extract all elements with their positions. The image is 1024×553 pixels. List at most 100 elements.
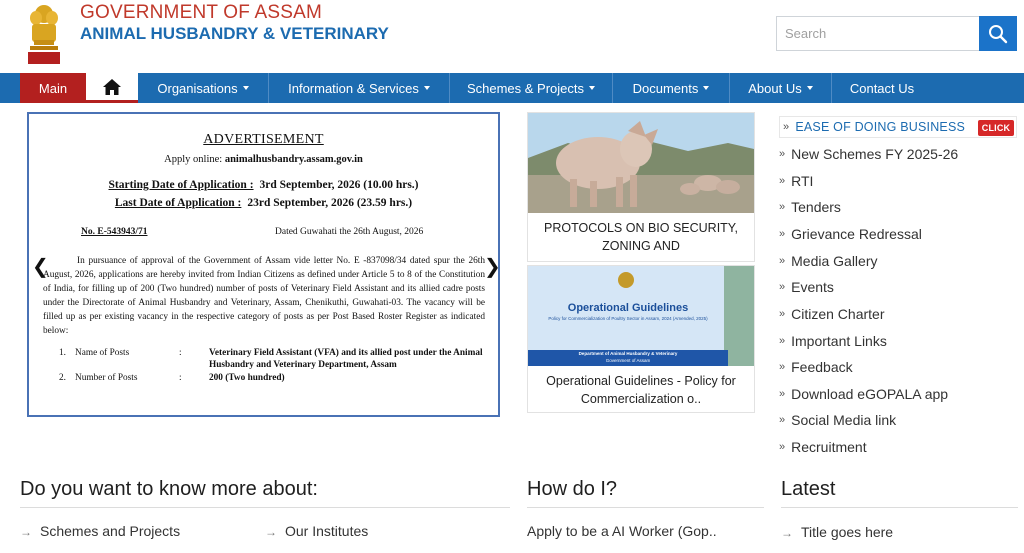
bullet-icon: » <box>779 148 786 160</box>
sidebar-item-tenders[interactable]: » Tenders <box>779 196 841 218</box>
sidebar-item-ease-of-doing-business[interactable]: » EASE OF DOING BUSINESS CLICK <box>779 116 1017 138</box>
ad-apply-online: Apply online: animalhusbandry.assam.gov.… <box>29 154 498 165</box>
arrow-right-icon: → <box>20 525 32 539</box>
ad-dates: Starting Date of Application : 3rd Septe… <box>29 179 498 215</box>
bullet-icon: » <box>779 308 786 320</box>
ad-apply-url: animalhusbandry.assam.gov.in <box>224 154 363 165</box>
slider-prev-arrow-icon[interactable]: ❮ <box>32 254 49 279</box>
sidebar-item-media-gallery[interactable]: » Media Gallery <box>779 250 878 272</box>
sidebar-item-egopala[interactable]: » Download eGOPALA app <box>779 383 948 405</box>
nav-organisations[interactable]: Organisations <box>138 73 268 103</box>
ad-list-value: 200 (Two hundred) <box>209 373 285 383</box>
sidebar-item-grievance[interactable]: » Grievance Redressal <box>779 223 922 245</box>
sidebar-item-rti[interactable]: » RTI <box>779 170 813 192</box>
sidebar-item-label: Citizen Charter <box>791 306 885 322</box>
link-schemes-projects[interactable]: → Schemes and Projects <box>20 523 180 539</box>
sidebar-item-label: Important Links <box>791 333 887 349</box>
bullet-icon: » <box>779 281 786 293</box>
banner-slider: ADVERTISEMENT Apply online: animalhusban… <box>20 104 508 418</box>
chevron-down-icon <box>423 86 430 90</box>
section-divider <box>781 507 1018 508</box>
nav-contact-us-label: Contact Us <box>849 80 915 96</box>
guidelines-cover-subtitle: Policy for Commercialization of Poultry … <box>548 316 708 321</box>
ad-heading: ADVERTISEMENT <box>203 132 324 147</box>
sidebar-item-new-schemes[interactable]: » New Schemes FY 2025-26 <box>779 143 958 165</box>
bullet-icon: » <box>779 335 786 347</box>
news-tile-biosecurity[interactable]: PROTOCOLS ON BIO SECURITY, ZONING AND <box>527 112 755 262</box>
news-tile-guidelines[interactable]: Operational Guidelines Policy for Commer… <box>527 265 755 413</box>
link-latest-item[interactable]: → Title goes here <box>781 524 893 540</box>
sidebar-item-important-links[interactable]: » Important Links <box>779 330 887 352</box>
click-badge[interactable]: CLICK <box>978 120 1014 136</box>
ad-last-label: Last Date of Application : <box>114 197 242 209</box>
bullet-icon: » <box>779 175 786 187</box>
bullet-icon: » <box>779 441 786 453</box>
bullet-icon: » <box>779 228 786 240</box>
guidelines-cover: Operational Guidelines Policy for Commer… <box>528 266 754 366</box>
sidebar-item-recruitment[interactable]: » Recruitment <box>779 436 867 458</box>
slider-next-arrow-icon[interactable]: ❯ <box>484 254 501 279</box>
nav-main[interactable]: Main <box>20 73 86 103</box>
nav-home[interactable] <box>86 73 138 103</box>
sidebar-item-label: Recruitment <box>791 439 867 455</box>
sidebar-item-label: Feedback <box>791 359 853 375</box>
sidebar-item-social-media[interactable]: » Social Media link <box>779 409 896 431</box>
chevron-down-icon <box>589 86 596 90</box>
tile-caption: Operational Guidelines - Policy for Comm… <box>546 374 736 406</box>
sidebar-item-label: Download eGOPALA app <box>791 386 949 402</box>
nav-schemes-projects-label: Schemes & Projects <box>466 80 585 96</box>
link-label: Title goes here <box>801 524 894 540</box>
arrow-right-icon: → <box>265 525 277 539</box>
nav-about-us-label: About Us <box>748 80 802 96</box>
nav-documents[interactable]: Documents <box>613 73 729 103</box>
section-divider <box>527 507 764 508</box>
tile-caption: PROTOCOLS ON BIO SECURITY, ZONING AND <box>543 221 739 253</box>
main-navigation: Main Organisations Information & Service… <box>0 73 1024 103</box>
nav-information-services[interactable]: Information & Services <box>269 73 449 103</box>
ad-start-value: 3rd September, 2026 (10.00 hrs.) <box>259 179 419 191</box>
chevron-down-icon <box>242 86 249 90</box>
search-icon <box>989 24 1008 43</box>
search-button[interactable] <box>979 16 1017 51</box>
ad-list-num: 1. <box>59 348 66 358</box>
ad-list-value: Veterinary Field Assistant (VFA) and its… <box>209 348 483 370</box>
sidebar-item-label: Grievance Redressal <box>791 226 922 242</box>
sidebar-item-label: Tenders <box>791 199 841 215</box>
ad-body-text: In pursuance of approval of the Governme… <box>43 256 485 337</box>
sidebar-item-label: EASE OF DOING BUSINESS <box>795 120 966 134</box>
sidebar-item-label: New Schemes FY 2025-26 <box>791 146 959 162</box>
sidebar-item-events[interactable]: » Events <box>779 276 834 298</box>
dept-title: ANIMAL HUSBANDRY & VETERINARY <box>80 24 389 43</box>
nav-about-us[interactable]: About Us <box>730 73 831 103</box>
ad-list-num: 2. <box>59 373 66 383</box>
sidebar-item-label: Media Gallery <box>791 253 878 269</box>
ad-post-list: 1. Name of Posts : Veterinary Field Assi… <box>59 347 489 385</box>
sidebar-item-citizen-charter[interactable]: » Citizen Charter <box>779 303 885 325</box>
link-our-institutes[interactable]: → Our Institutes <box>265 523 368 539</box>
bullet-icon: » <box>779 255 786 267</box>
state-emblem-icon[interactable] <box>24 2 64 64</box>
section-divider <box>20 507 510 508</box>
home-icon <box>103 78 121 95</box>
link-label: Schemes and Projects <box>40 523 181 539</box>
bullet-icon: » <box>779 201 786 213</box>
nav-main-label: Main <box>38 80 68 96</box>
guidelines-cover-title: Operational Guidelines <box>567 302 689 314</box>
govt-title: GOVERNMENT OF ASSAM <box>80 2 323 23</box>
ad-list-colon: : <box>179 373 182 383</box>
search-input[interactable] <box>776 16 980 51</box>
ad-list-item: 1. Name of Posts : Veterinary Field Assi… <box>59 347 489 371</box>
sidebar-item-feedback[interactable]: » Feedback <box>779 356 853 378</box>
bullet-icon: » <box>779 361 786 373</box>
nav-contact-us[interactable]: Contact Us <box>832 73 932 103</box>
bullet-icon: » <box>779 388 786 400</box>
sidebar-item-label: RTI <box>791 173 814 189</box>
advertisement-slide[interactable]: ADVERTISEMENT Apply online: animalhusban… <box>27 112 500 417</box>
link-apply-ai-worker[interactable]: Apply to be a AI Worker (Gop.. <box>527 523 717 539</box>
nav-schemes-projects[interactable]: Schemes & Projects <box>450 73 612 103</box>
site-header: GOVERNMENT OF ASSAM ANIMAL HUSBANDRY & V… <box>0 0 1024 72</box>
guidelines-cover-gov: Government of Assam <box>605 358 651 363</box>
nav-documents-label: Documents <box>632 80 699 96</box>
ad-list-name: Number of Posts <box>75 373 138 383</box>
nav-organisations-label: Organisations <box>157 80 238 96</box>
